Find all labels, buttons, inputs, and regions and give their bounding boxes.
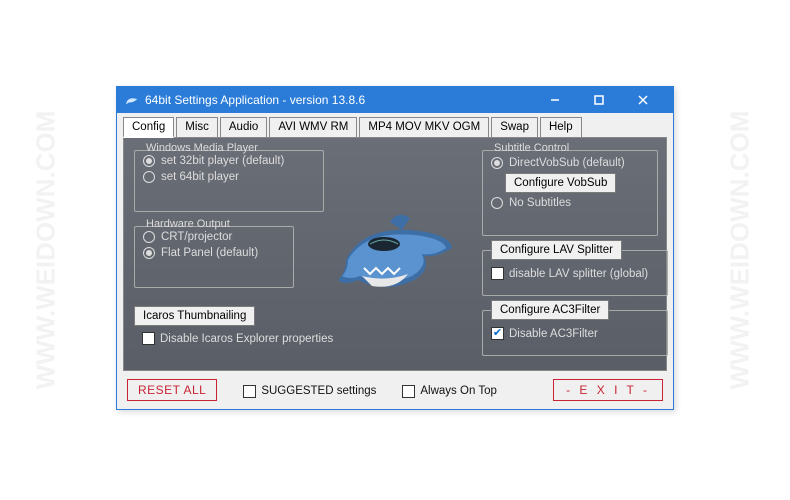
- tab-help[interactable]: Help: [540, 117, 582, 137]
- configure-ac3filter-button[interactable]: Configure AC3Filter: [491, 300, 609, 320]
- titlebar: 64bit Settings Application - version 13.…: [117, 87, 673, 113]
- radio-64bit-label: set 64bit player: [161, 171, 239, 183]
- tab-audio[interactable]: Audio: [220, 117, 267, 137]
- checkbox-disable-icaros-label: Disable Icaros Explorer properties: [160, 333, 333, 345]
- app-window: 64bit Settings Application - version 13.…: [116, 86, 674, 410]
- checkbox-suggested-settings[interactable]: [243, 385, 256, 398]
- radio-no-subtitles-label: No Subtitles: [509, 197, 571, 209]
- exit-button[interactable]: - E X I T -: [553, 379, 663, 401]
- checkbox-always-on-top[interactable]: [402, 385, 415, 398]
- radio-32bit-label: set 32bit player (default): [161, 155, 284, 167]
- radio-directvobsub-label: DirectVobSub (default): [509, 157, 625, 169]
- group-subtitle-control: Subtitle Control DirectVobSub (default) …: [482, 150, 658, 236]
- tab-swap[interactable]: Swap: [491, 117, 538, 137]
- radio-no-subtitles[interactable]: No Subtitles: [491, 197, 649, 209]
- minimize-button[interactable]: [533, 87, 577, 113]
- radio-directvobsub[interactable]: DirectVobSub (default): [491, 157, 649, 169]
- checkbox-disable-icaros[interactable]: [142, 332, 155, 345]
- watermark-left: WWW.WEIDOWN.COM: [31, 111, 62, 390]
- icaros-thumbnailing-button[interactable]: Icaros Thumbnailing: [134, 306, 255, 326]
- tab-misc[interactable]: Misc: [176, 117, 218, 137]
- configure-lav-splitter-button[interactable]: Configure LAV Splitter: [491, 240, 622, 260]
- radio-32bit-player[interactable]: set 32bit player (default): [143, 155, 315, 167]
- radio-flat-label: Flat Panel (default): [161, 247, 258, 259]
- checkbox-disable-lav[interactable]: [491, 267, 504, 280]
- checkbox-disable-ac3[interactable]: ✔: [491, 327, 504, 340]
- group-wmp-label: Windows Media Player: [143, 142, 261, 154]
- radio-flat-panel[interactable]: Flat Panel (default): [143, 247, 285, 259]
- window-title: 64bit Settings Application - version 13.…: [145, 93, 533, 107]
- group-hw-label: Hardware Output: [143, 218, 233, 230]
- close-button[interactable]: [621, 87, 665, 113]
- radio-crt-label: CRT/projector: [161, 231, 232, 243]
- app-icon: [125, 93, 139, 107]
- group-hardware-output: Hardware Output CRT/projector Flat Panel…: [134, 226, 294, 288]
- checkbox-disable-lav-label: disable LAV splitter (global): [509, 268, 648, 280]
- radio-crt-projector[interactable]: CRT/projector: [143, 231, 285, 243]
- checkbox-disable-ac3-label: Disable AC3Filter: [509, 328, 598, 340]
- config-panel: Windows Media Player set 32bit player (d…: [123, 137, 667, 371]
- tab-bar: Config Misc Audio AVI WMV RM MP4 MOV MKV…: [117, 113, 673, 137]
- group-lav-splitter: Configure LAV Splitter disable LAV split…: [482, 250, 668, 296]
- reset-all-button[interactable]: RESET ALL: [127, 379, 217, 401]
- tab-mp4-mov-mkv-ogm[interactable]: MP4 MOV MKV OGM: [359, 117, 489, 137]
- bottom-bar: RESET ALL SUGGESTED settings Always On T…: [117, 375, 673, 407]
- configure-vobsub-button[interactable]: Configure VobSub: [505, 173, 616, 193]
- checkbox-suggested-label: SUGGESTED settings: [261, 385, 376, 397]
- group-wmp: Windows Media Player set 32bit player (d…: [134, 150, 324, 212]
- group-ac3filter: Configure AC3Filter ✔ Disable AC3Filter: [482, 310, 668, 356]
- checkbox-ontop-label: Always On Top: [420, 385, 497, 397]
- tab-avi-wmv-rm[interactable]: AVI WMV RM: [269, 117, 357, 137]
- group-sub-label: Subtitle Control: [491, 142, 572, 154]
- tab-config[interactable]: Config: [123, 117, 174, 138]
- maximize-button[interactable]: [577, 87, 621, 113]
- radio-64bit-player[interactable]: set 64bit player: [143, 171, 315, 183]
- shark-logo: [336, 202, 456, 305]
- watermark-right: WWW.WEIDOWN.COM: [725, 111, 756, 390]
